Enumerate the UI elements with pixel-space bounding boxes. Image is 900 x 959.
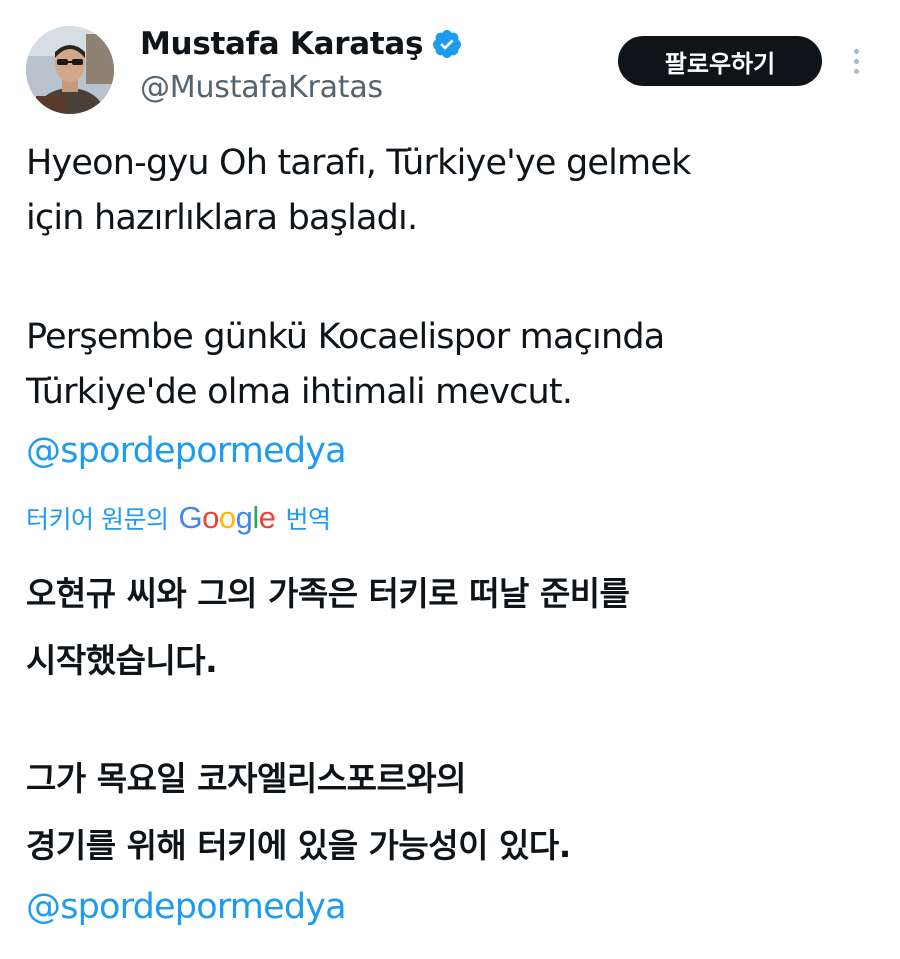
mention-link-original[interactable]: @spordepormedya: [26, 424, 347, 479]
translation-attribution[interactable]: 터키어 원문의 Google 번역: [26, 498, 331, 538]
follow-button[interactable]: 팔로우하기: [618, 36, 822, 86]
mention-link[interactable]: @spordepormedya: [26, 887, 347, 927]
translated-text-line: 시작했습니다.: [26, 641, 218, 680]
user-info: Mustafa Karataş @MustafaKratas: [140, 24, 463, 105]
verified-badge-icon: [431, 28, 463, 60]
more-options-icon[interactable]: [844, 40, 868, 82]
user-handle[interactable]: @MustafaKratas: [140, 70, 463, 105]
mention-link-translated[interactable]: @spordepormedya: [26, 880, 347, 935]
translation-prefix: 터키어 원문의: [26, 505, 169, 534]
tweet-header: Mustafa Karataş @MustafaKratas 팔로우하기: [26, 24, 876, 116]
tweet-text-line: Perşembe günkü Kocaelispor maçında: [26, 317, 665, 357]
mention-link[interactable]: @spordepormedya: [26, 431, 347, 471]
tweet-text-line: için hazırlıklara başladı.: [26, 198, 418, 238]
tweet-text-line: Hyeon-gyu Oh tarafı, Türkiye'ye gelmek: [26, 143, 691, 183]
google-logo-icon: Google: [178, 500, 276, 535]
tweet-text-line: Türkiye'de olma ihtimali mevcut.: [26, 372, 573, 412]
display-name-row: Mustafa Karataş: [140, 24, 463, 64]
translated-text-line: 오현규 씨와 그의 가족은 터키로 떠날 준비를: [26, 574, 630, 613]
display-name[interactable]: Mustafa Karataş: [140, 26, 423, 62]
translation-suffix: 번역: [285, 505, 331, 534]
avatar-photo: [26, 26, 114, 114]
avatar[interactable]: [26, 26, 114, 114]
tweet: Mustafa Karataş @MustafaKratas 팔로우하기 Hye…: [0, 0, 900, 959]
translated-text-line: 그가 목요일 코자엘리스포르와의: [26, 759, 467, 798]
translated-text-line: 경기를 위해 터키에 있을 가능성이 있다.: [26, 826, 571, 865]
